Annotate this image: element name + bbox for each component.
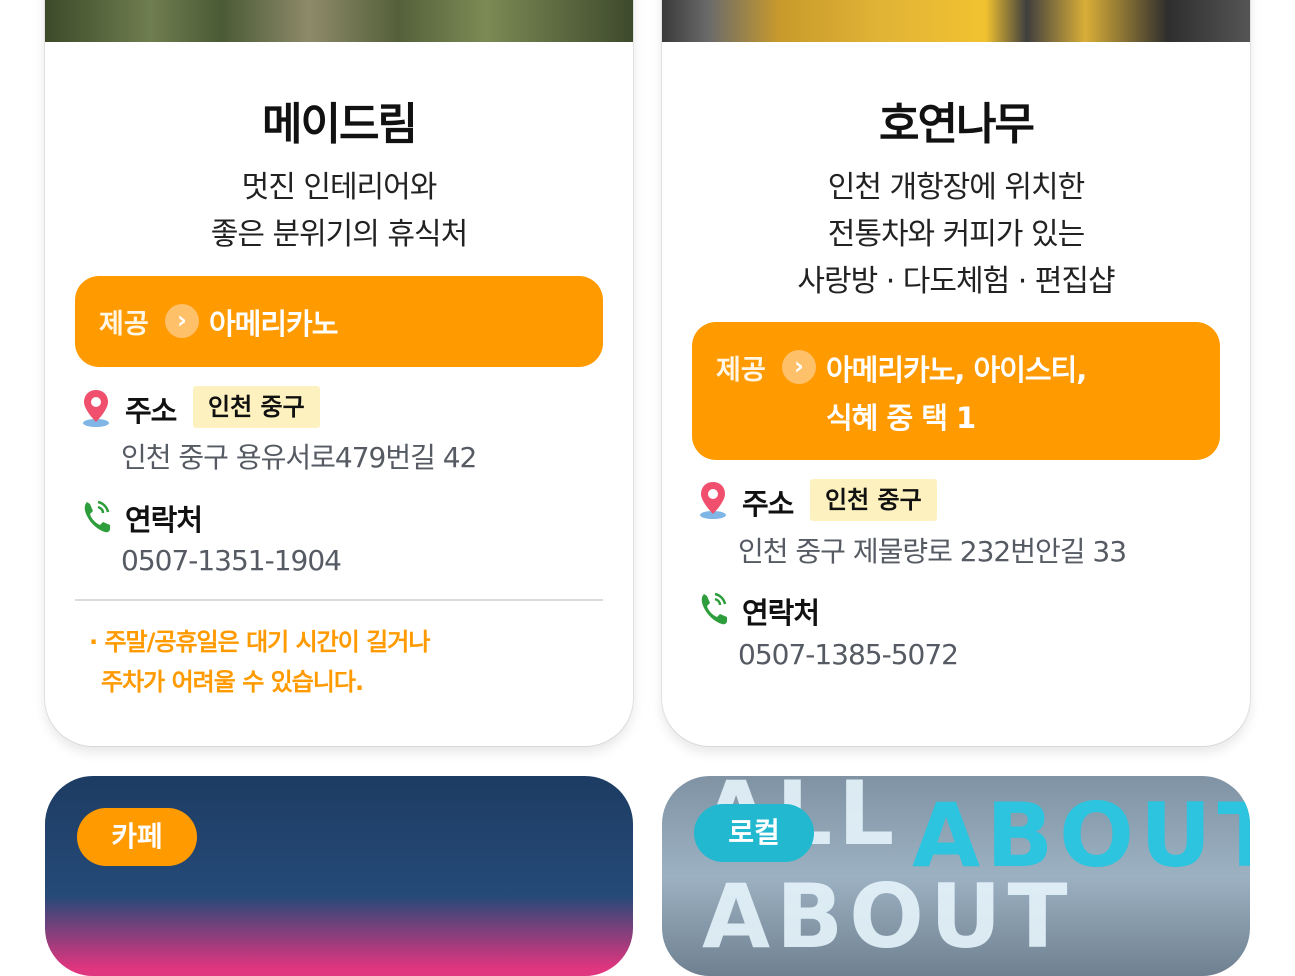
description-line: 인천 개항장에 위치한	[827, 170, 1085, 205]
offer-line: 식혜 중 택 1	[826, 401, 976, 435]
phone-number[interactable]: 0507-1351-1904	[121, 544, 342, 577]
place-photo	[45, 0, 633, 42]
place-name: 메이드림	[262, 99, 418, 150]
address-label: 주소	[742, 487, 794, 521]
address-text: 인천 중구 제물량로 232번안길 33	[738, 535, 1127, 568]
offer-items: 아메리카노, 아이스티, 식혜 중 택 1	[826, 346, 1087, 442]
location-pin-icon	[83, 390, 109, 427]
notice-line: 주차가 어려울 수 있습니다.	[101, 668, 364, 696]
place-name: 호연나무	[879, 99, 1035, 150]
location-pin-icon	[700, 482, 726, 519]
place-description: 멋진 인테리어와 좋은 분위기의 휴식처	[45, 164, 633, 258]
place-card-next-local[interactable]: ALL ABOUT ABOUT 로컬	[662, 776, 1250, 976]
place-card-next-cafe[interactable]: 카페	[45, 776, 633, 976]
contact-label: 연락처	[742, 596, 820, 630]
category-tag: 로컬	[694, 804, 814, 862]
place-description: 인천 개항장에 위치한 전통차와 커피가 있는 사랑방 · 다도체험 · 편집샵	[662, 164, 1250, 305]
description-line: 멋진 인테리어와	[241, 170, 438, 205]
sign-text-secondary: ABOUT	[912, 784, 1250, 887]
address-label: 주소	[125, 394, 177, 428]
offer-label: 제공	[716, 355, 766, 386]
description-line: 사랑방 · 다도체험 · 편집샵	[797, 264, 1115, 299]
category-tag: 카페	[77, 808, 197, 866]
chevron-right-icon: ›	[165, 304, 199, 338]
contact-label: 연락처	[125, 503, 203, 537]
address-text: 인천 중구 용유서로479번길 42	[121, 441, 477, 474]
offer-box: 제공 › 아메리카노, 아이스티, 식혜 중 택 1	[692, 322, 1220, 460]
region-badge: 인천 중구	[810, 479, 937, 521]
description-line: 전통차와 커피가 있는	[827, 217, 1085, 252]
offer-label: 제공	[99, 309, 149, 340]
description-line: 좋은 분위기의 휴식처	[210, 217, 468, 252]
divider	[75, 599, 603, 601]
phone-icon	[701, 592, 727, 625]
chevron-right-icon: ›	[782, 350, 816, 384]
place-card-made-dream[interactable]: 메이드림 멋진 인테리어와 좋은 분위기의 휴식처 제공 › 아메리카노 주소 …	[45, 0, 633, 746]
place-card-hoyeon-namu[interactable]: 호연나무 인천 개항장에 위치한 전통차와 커피가 있는 사랑방 · 다도체험 …	[662, 0, 1250, 746]
notice-line: · 주말/공휴일은 대기 시간이 길거나	[89, 628, 430, 656]
region-badge: 인천 중구	[193, 386, 320, 428]
offer-line: 아메리카노, 아이스티,	[826, 353, 1087, 387]
phone-icon	[84, 500, 110, 533]
offer-items: 아메리카노	[209, 300, 338, 348]
notice-text: · 주말/공휴일은 대기 시간이 길거나 주차가 어려울 수 있습니다.	[89, 622, 589, 702]
offer-line: 아메리카노	[209, 307, 338, 341]
offer-box: 제공 › 아메리카노	[75, 276, 603, 367]
place-photo	[662, 0, 1250, 42]
phone-number[interactable]: 0507-1385-5072	[738, 638, 959, 671]
